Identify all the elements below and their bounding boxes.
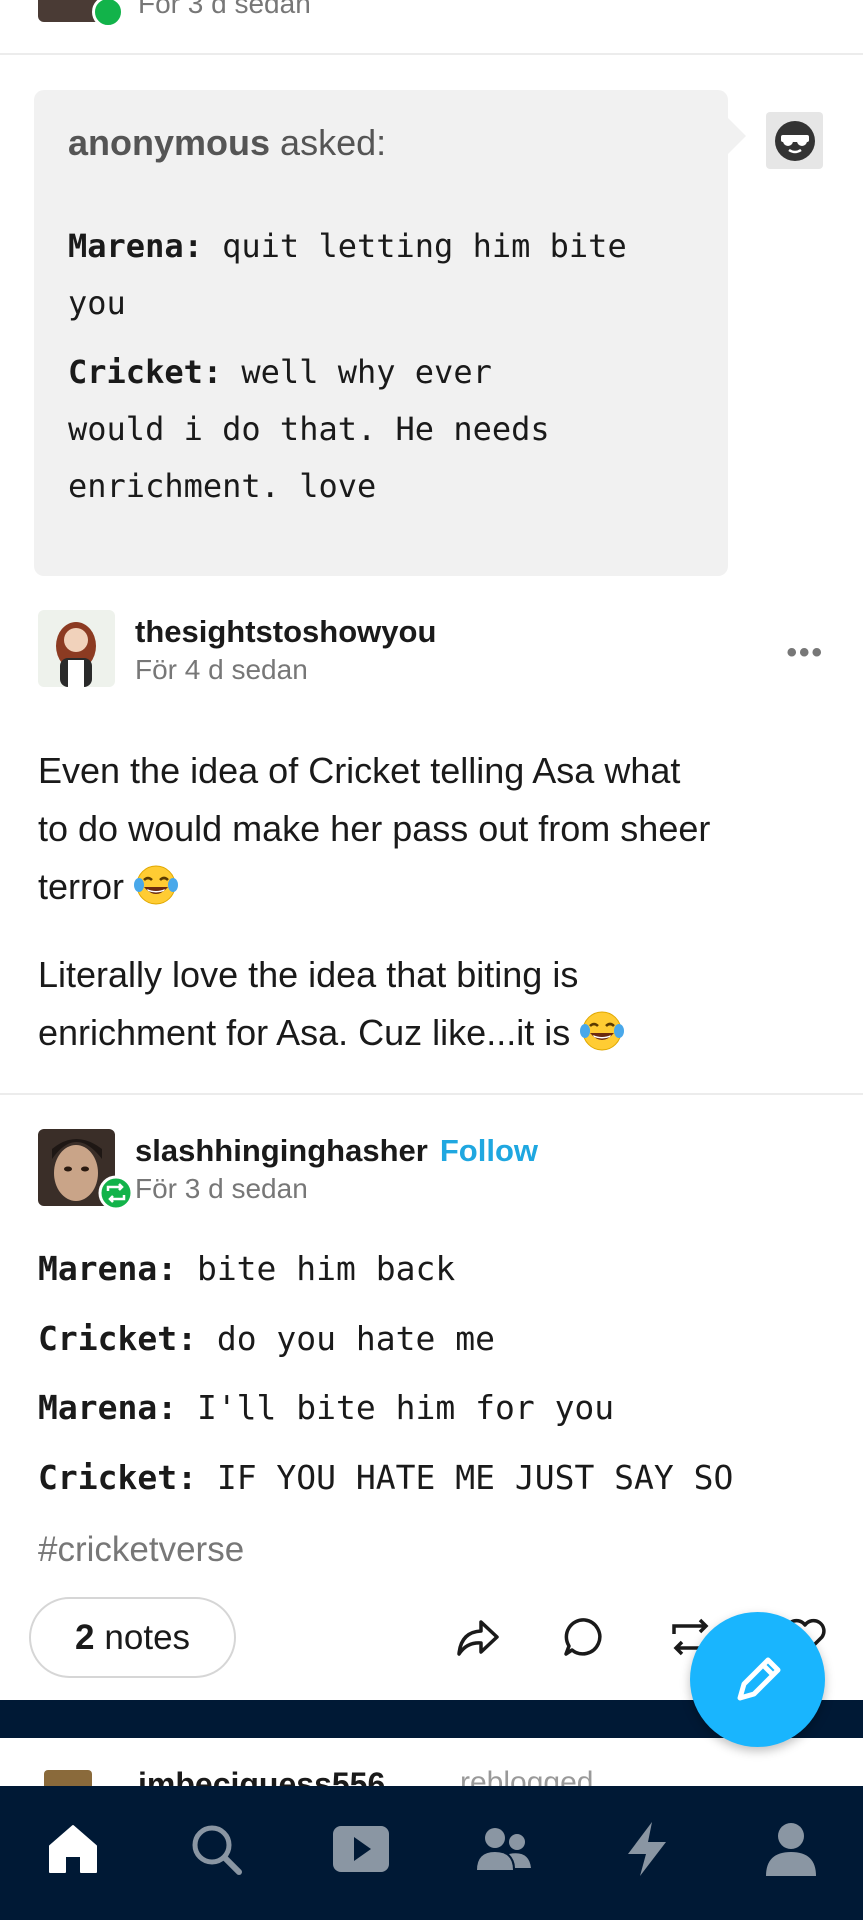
next-post-header: imbeciguess556 reblogged xyxy=(0,1738,863,1786)
anonymous-avatar-icon xyxy=(766,112,823,169)
ask-box: anonymous asked: Marena: quit letting hi… xyxy=(34,90,728,576)
post-time: För 4 d sedan xyxy=(135,654,308,685)
video-icon xyxy=(333,1826,389,1872)
avatar[interactable] xyxy=(44,1770,92,1786)
speaker-label: Cricket: xyxy=(68,353,223,391)
line-text: quit letting him bite xyxy=(202,227,627,265)
chat-line: Marena: I'll bite him for you xyxy=(38,1373,614,1443)
previous-post-header: För 3 d sedan xyxy=(0,0,863,55)
post-body: Even the idea of Cricket telling Asa wha… xyxy=(38,742,828,916)
reply-icon[interactable] xyxy=(560,1612,610,1662)
account-icon xyxy=(766,1823,816,1876)
speaker-label: Cricket: xyxy=(38,1458,197,1497)
speaker-label: Marena: xyxy=(68,227,203,265)
line-text: you xyxy=(68,284,126,322)
line-text: I'll bite him for you xyxy=(177,1388,615,1427)
line-text: would i do that. He needs xyxy=(68,410,550,448)
speaker-label: Marena: xyxy=(38,1388,178,1427)
ask-line: would i do that. He needs xyxy=(68,401,708,458)
home-icon xyxy=(49,1825,97,1873)
text-line-with-emoji: terror xyxy=(38,858,828,916)
tears-of-joy-emoji-icon xyxy=(134,865,179,905)
ask-line: Cricket: well why ever xyxy=(68,344,708,401)
line-text: IF YOU HATE ME JUST SAY SO xyxy=(196,1458,734,1497)
ask-line: enrichment. love xyxy=(68,458,708,515)
line-text: well why ever xyxy=(222,353,492,391)
search-icon xyxy=(192,1825,242,1875)
activity-icon xyxy=(628,1822,666,1876)
asker-name: anonymous xyxy=(68,122,271,163)
nav-activity[interactable] xyxy=(612,1814,682,1884)
nav-account[interactable] xyxy=(756,1814,826,1884)
share-icon[interactable] xyxy=(453,1612,503,1662)
ask-header: anonymous asked: xyxy=(68,122,386,164)
post-header: slashhinginghasher Follow För 3 d sedan xyxy=(38,1129,828,1211)
follow-button[interactable]: Follow xyxy=(440,1133,538,1168)
text-line: Even the idea of Cricket telling Asa wha… xyxy=(38,750,681,791)
text-segment: terror xyxy=(38,866,125,907)
chat-line: Marena: bite him back xyxy=(38,1234,455,1304)
line-text: do you hate me xyxy=(196,1319,495,1358)
nav-home[interactable] xyxy=(38,1814,108,1884)
post-time: För 3 d sedan xyxy=(135,1173,308,1204)
community-icon xyxy=(477,1828,531,1870)
nav-community[interactable] xyxy=(469,1814,539,1884)
asked-label: asked: xyxy=(280,122,387,163)
nav-video[interactable] xyxy=(326,1814,396,1884)
divider xyxy=(0,1093,863,1095)
ask-pointer xyxy=(726,116,746,156)
post-tag[interactable]: #cricketverse xyxy=(38,1530,244,1570)
text-line: to do would make her pass out from sheer xyxy=(38,808,711,849)
line-text: enrichment. love xyxy=(68,467,377,505)
nav-search[interactable] xyxy=(181,1814,251,1884)
post-header: thesightstoshowyou För 4 d sedan ••• xyxy=(38,610,828,690)
author-name[interactable]: thesightstoshowyou xyxy=(135,614,436,650)
post-body: Literally love the idea that biting is e… xyxy=(38,946,828,1062)
pencil-icon xyxy=(737,1657,780,1700)
tears-of-joy-emoji-icon xyxy=(580,1011,625,1051)
line-text: bite him back xyxy=(177,1249,456,1288)
reblog-badge-icon xyxy=(92,0,124,28)
speaker-label: Cricket: xyxy=(38,1319,197,1358)
post-time: För 3 d sedan xyxy=(138,0,311,19)
author-name-link[interactable]: slashhinginghasher xyxy=(135,1133,428,1168)
speaker-label: Marena: xyxy=(38,1249,178,1288)
chat-line: Cricket: do you hate me xyxy=(38,1304,495,1374)
text-line-with-emoji: enrichment for Asa. Cuz like...it is xyxy=(38,1004,828,1062)
author-name[interactable]: imbeciguess556 xyxy=(138,1766,385,1786)
chat-line: Cricket: IF YOU HATE ME JUST SAY SO xyxy=(38,1443,733,1513)
notes-count: 2 xyxy=(74,1617,95,1657)
reblog-badge-icon xyxy=(98,1175,134,1211)
reblogged-label: reblogged xyxy=(460,1766,594,1786)
text-line: Literally love the idea that biting is xyxy=(38,954,579,995)
more-options-icon[interactable]: ••• xyxy=(786,636,824,670)
notes-label: notes xyxy=(104,1617,191,1657)
author-name: slashhinginghasher Follow xyxy=(135,1133,538,1169)
ask-line: Marena: quit letting him bite xyxy=(68,218,708,275)
text-segment: enrichment for Asa. Cuz like...it is xyxy=(38,1012,571,1053)
notes-button[interactable]: 2 notes xyxy=(29,1597,236,1678)
ask-line: you xyxy=(68,275,708,332)
avatar[interactable] xyxy=(38,610,115,687)
compose-button[interactable] xyxy=(690,1612,825,1747)
bottom-navigation xyxy=(0,1786,863,1920)
